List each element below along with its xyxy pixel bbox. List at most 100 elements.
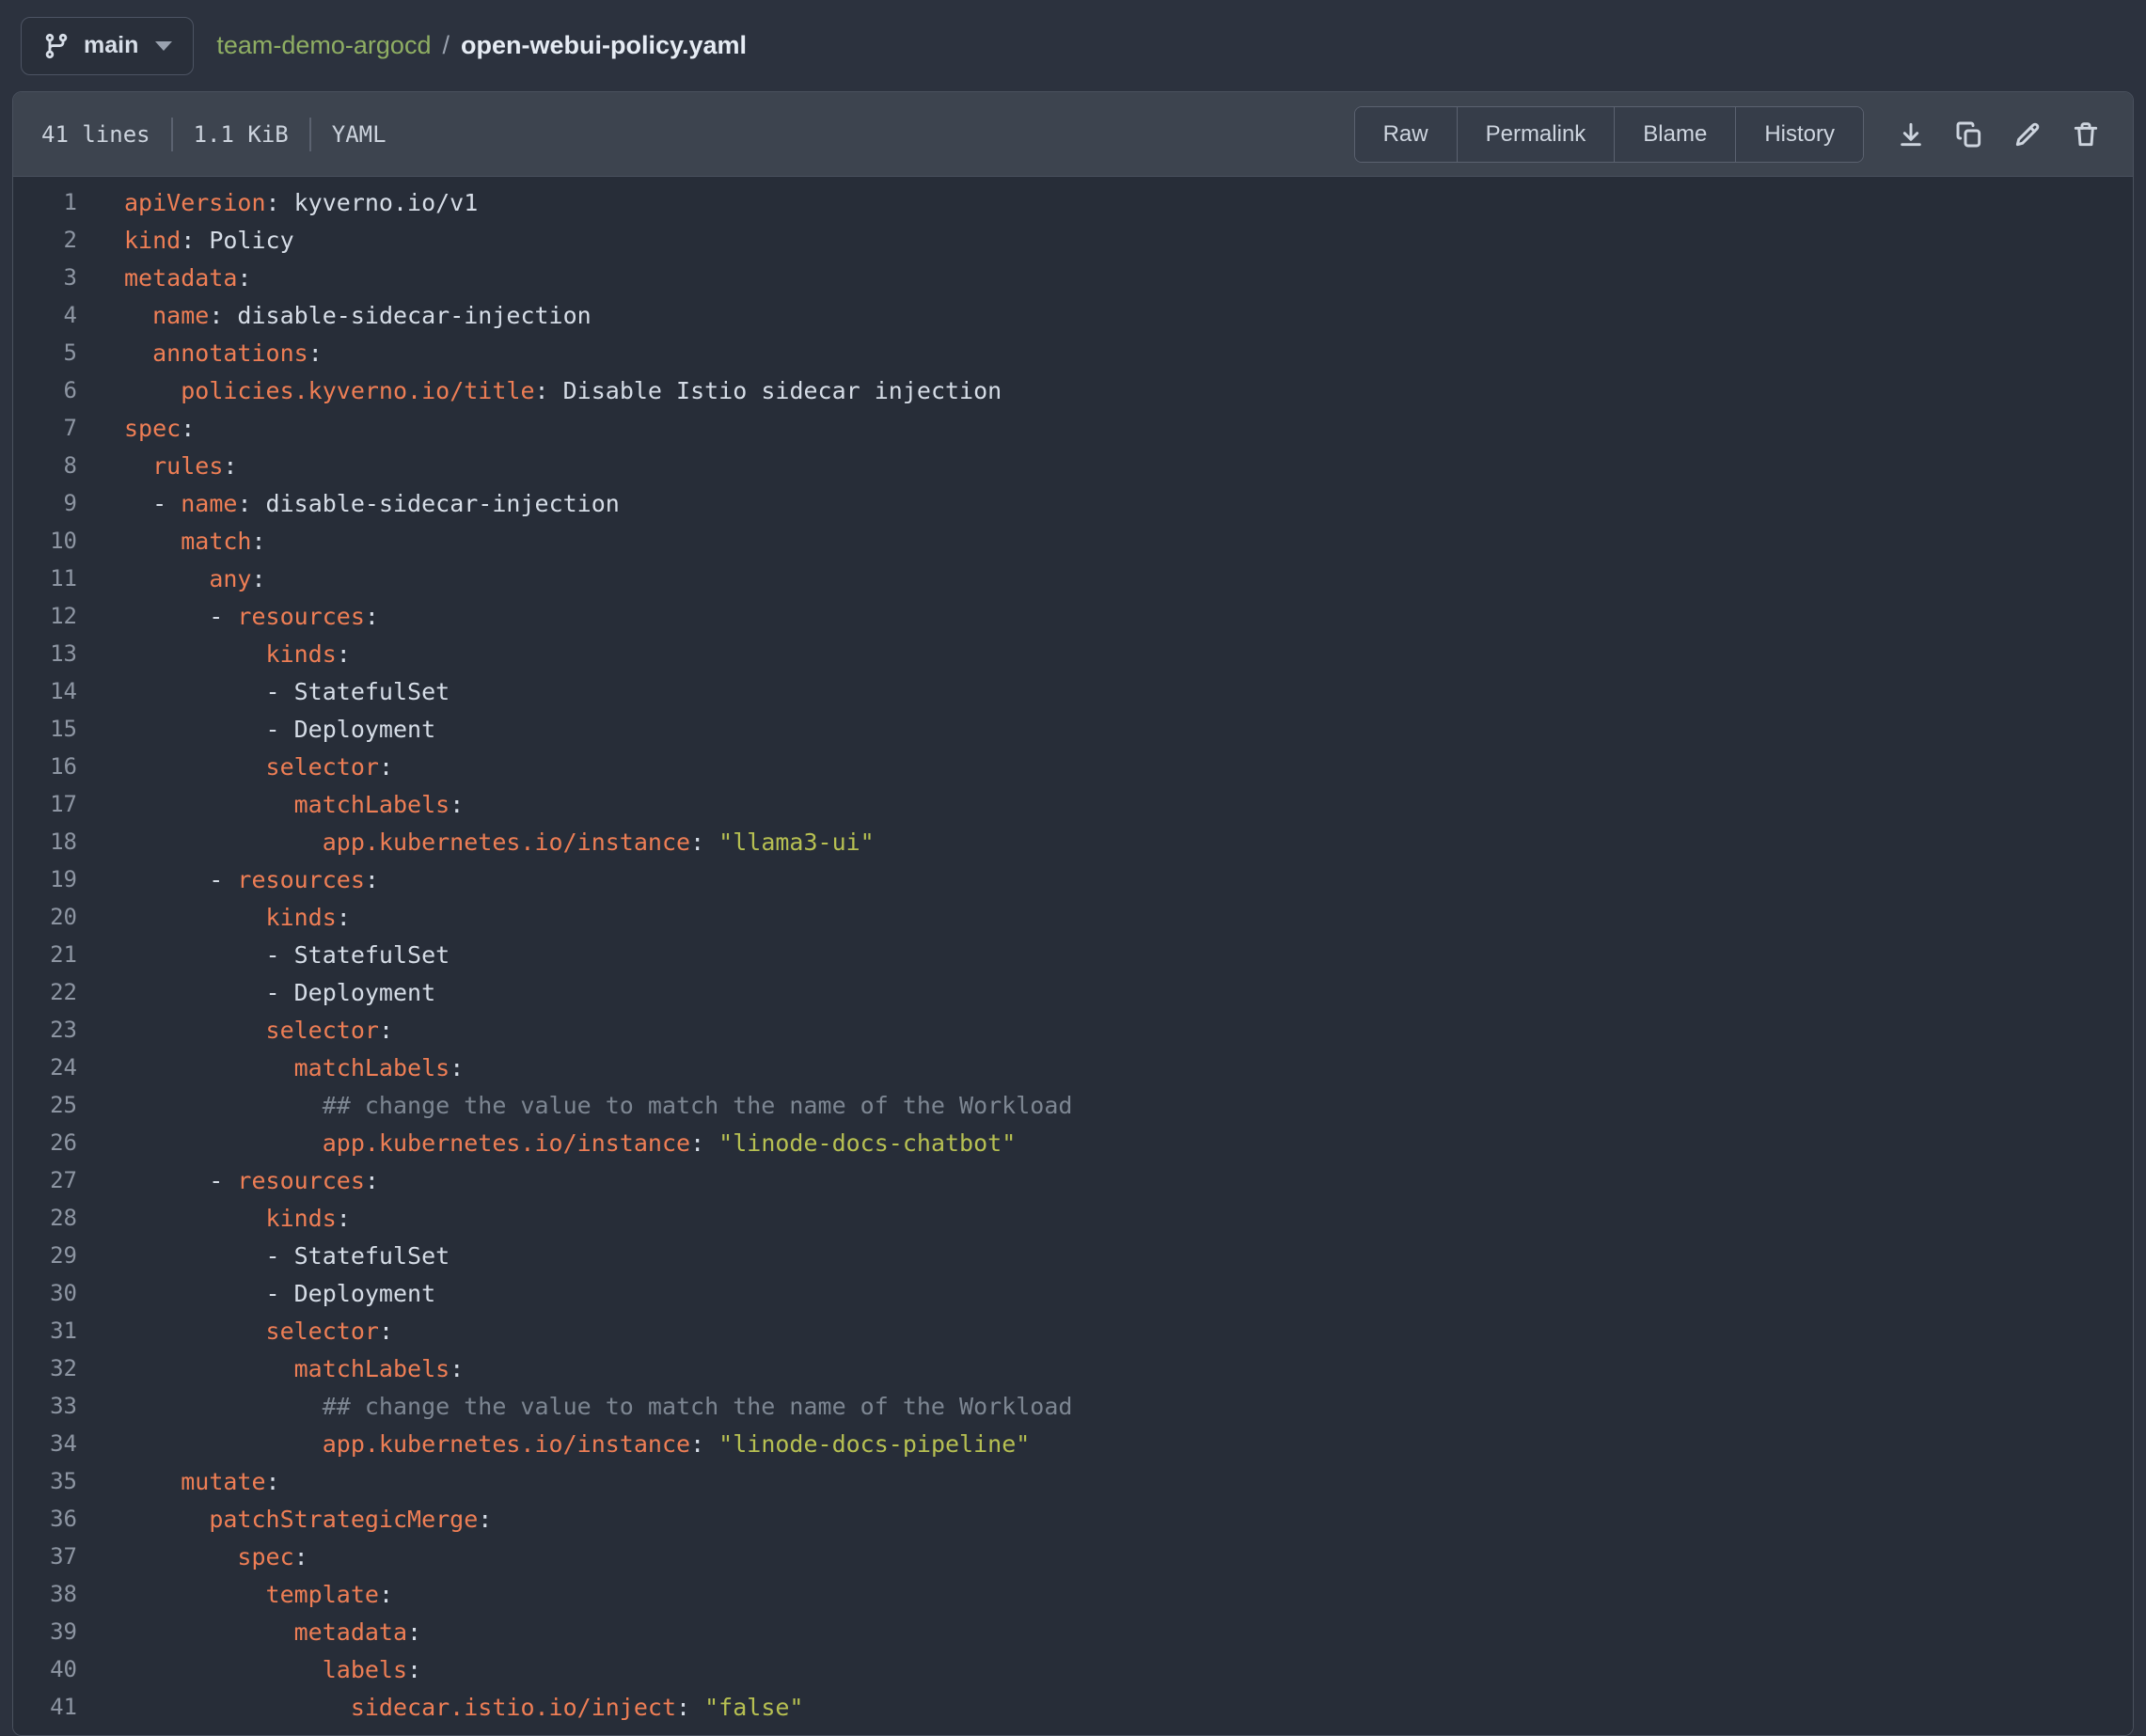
line-number[interactable]: 13 (13, 640, 77, 667)
code-line-content: patchStrategicMerge: (77, 1506, 492, 1533)
line-number[interactable]: 40 (13, 1656, 77, 1682)
line-number[interactable]: 12 (13, 603, 77, 629)
code-line: 14 - StatefulSet (13, 672, 2133, 710)
code-line: 40 labels: (13, 1650, 2133, 1688)
code-line-content: selector: (77, 753, 393, 781)
line-number[interactable]: 14 (13, 678, 77, 704)
file-view-box: 41 lines 1.1 KiB YAML Raw Permalink Blam… (12, 91, 2134, 1736)
line-number[interactable]: 28 (13, 1205, 77, 1231)
history-button[interactable]: History (1736, 107, 1863, 162)
edit-button[interactable] (2005, 112, 2050, 157)
line-number[interactable]: 25 (13, 1092, 77, 1118)
code-line-content: name: disable-sidecar-injection (77, 302, 592, 329)
permalink-button[interactable]: Permalink (1458, 107, 1616, 162)
delete-button[interactable] (2063, 112, 2108, 157)
raw-button[interactable]: Raw (1355, 107, 1458, 162)
meta-divider (171, 118, 173, 151)
line-number[interactable]: 18 (13, 829, 77, 855)
line-number[interactable]: 34 (13, 1430, 77, 1457)
line-number[interactable]: 1 (13, 189, 77, 215)
code-line-content: ## change the value to match the name of… (77, 1092, 1072, 1119)
code-line: 37 spec: (13, 1538, 2133, 1575)
code-line-content: annotations: (77, 339, 323, 367)
trash-icon (2071, 119, 2101, 150)
code-line-content: - StatefulSet (77, 941, 450, 969)
line-number[interactable]: 6 (13, 377, 77, 403)
code-line: 25 ## change the value to match the name… (13, 1086, 2133, 1124)
file-language: YAML (332, 121, 387, 148)
line-number[interactable]: 24 (13, 1054, 77, 1081)
code-line: 7spec: (13, 409, 2133, 447)
line-number[interactable]: 8 (13, 452, 77, 479)
line-number[interactable]: 15 (13, 716, 77, 742)
code-line-content: spec: (77, 415, 195, 442)
line-number[interactable]: 38 (13, 1581, 77, 1607)
line-number[interactable]: 26 (13, 1129, 77, 1156)
code-line: 1apiVersion: kyverno.io/v1 (13, 183, 2133, 221)
line-number[interactable]: 31 (13, 1318, 77, 1344)
line-number[interactable]: 17 (13, 791, 77, 817)
line-number[interactable]: 37 (13, 1543, 77, 1570)
branch-selector-button[interactable]: main (21, 17, 194, 75)
line-number[interactable]: 23 (13, 1017, 77, 1043)
code-line: 9 - name: disable-sidecar-injection (13, 484, 2133, 522)
chevron-down-icon (155, 41, 172, 51)
download-button[interactable] (1888, 112, 1933, 157)
line-number[interactable]: 33 (13, 1393, 77, 1419)
code-line-content: matchLabels: (77, 1355, 464, 1382)
code-line-content: template: (77, 1581, 393, 1608)
line-number[interactable]: 30 (13, 1280, 77, 1306)
copy-button[interactable] (1947, 112, 1992, 157)
line-number[interactable]: 9 (13, 490, 77, 516)
line-number[interactable]: 35 (13, 1468, 77, 1494)
file-header-actions: Raw Permalink Blame History (1354, 106, 2114, 163)
code-line-content: sidecar.istio.io/inject: "false" (77, 1694, 803, 1721)
code-line: 39 metadata: (13, 1613, 2133, 1650)
code-line-content: app.kubernetes.io/instance: "linode-docs… (77, 1430, 1030, 1458)
code-line: 10 match: (13, 522, 2133, 560)
line-number[interactable]: 10 (13, 528, 77, 554)
line-number[interactable]: 4 (13, 302, 77, 328)
code-line-content: selector: (77, 1318, 393, 1345)
line-number[interactable]: 32 (13, 1355, 77, 1381)
code-line: 11 any: (13, 560, 2133, 597)
code-line-content: any: (77, 565, 266, 592)
line-number[interactable]: 3 (13, 264, 77, 291)
line-number[interactable]: 20 (13, 904, 77, 930)
code-line: 4 name: disable-sidecar-injection (13, 296, 2133, 334)
file-icon-toolbar (1888, 112, 2114, 157)
line-number[interactable]: 21 (13, 941, 77, 968)
code-line: 19 - resources: (13, 860, 2133, 898)
breadcrumb-separator: / (442, 31, 450, 60)
code-line: 23 selector: (13, 1011, 2133, 1049)
line-number[interactable]: 11 (13, 565, 77, 592)
breadcrumb-repo-link[interactable]: team-demo-argocd (216, 31, 431, 60)
code-line: 8 rules: (13, 447, 2133, 484)
download-icon (1896, 119, 1926, 150)
line-number[interactable]: 2 (13, 227, 77, 253)
line-number[interactable]: 7 (13, 415, 77, 441)
line-number[interactable]: 36 (13, 1506, 77, 1532)
line-number[interactable]: 19 (13, 866, 77, 892)
pencil-icon (2012, 119, 2043, 150)
code-line-content: - Deployment (77, 979, 435, 1006)
code-line: 2kind: Policy (13, 221, 2133, 259)
line-number[interactable]: 27 (13, 1167, 77, 1193)
line-number[interactable]: 41 (13, 1694, 77, 1720)
code-line: 13 kinds: (13, 635, 2133, 672)
blame-button[interactable]: Blame (1615, 107, 1736, 162)
code-line: 34 app.kubernetes.io/instance: "linode-d… (13, 1425, 2133, 1462)
code-line: 26 app.kubernetes.io/instance: "linode-d… (13, 1124, 2133, 1161)
file-size: 1.1 KiB (194, 121, 289, 148)
line-number[interactable]: 16 (13, 753, 77, 780)
line-number[interactable]: 39 (13, 1618, 77, 1645)
code-line-content: - StatefulSet (77, 678, 450, 705)
line-number[interactable]: 5 (13, 339, 77, 366)
code-line: 36 patchStrategicMerge: (13, 1500, 2133, 1538)
line-number[interactable]: 29 (13, 1242, 77, 1269)
branch-name-label: main (84, 32, 138, 59)
breadcrumb: team-demo-argocd / open-webui-policy.yam… (216, 31, 747, 60)
code-line-content: kind: Policy (77, 227, 294, 254)
line-number[interactable]: 22 (13, 979, 77, 1005)
code-line: 20 kinds: (13, 898, 2133, 936)
